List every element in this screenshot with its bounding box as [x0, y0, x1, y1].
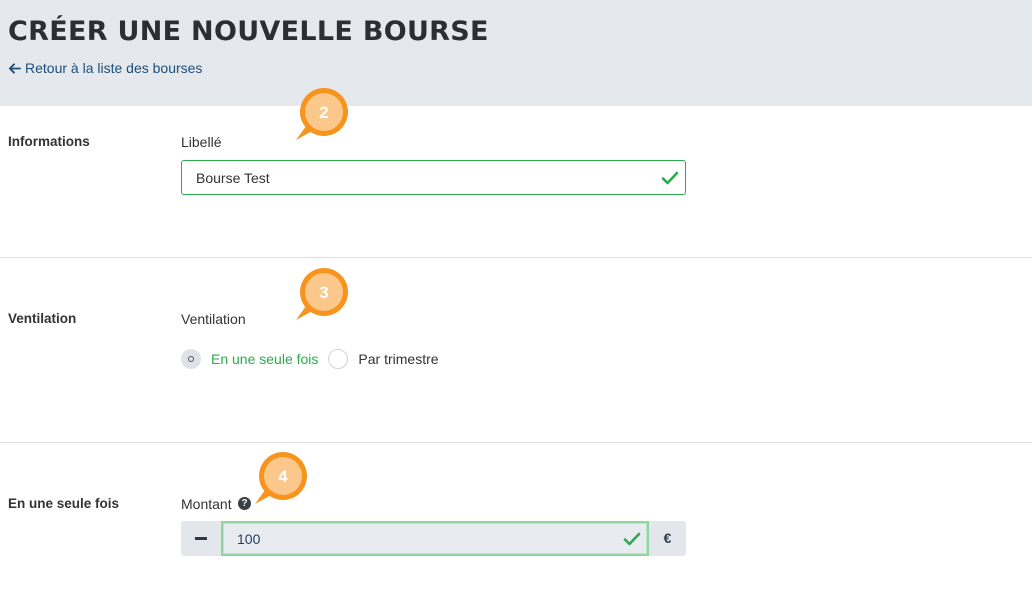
section-label-informations: Informations: [8, 134, 90, 149]
montant-label: Montant: [181, 496, 232, 512]
radio-label-en-une-seule-fois[interactable]: En une seule fois: [211, 351, 318, 367]
libelle-label: Libellé: [181, 134, 222, 150]
libelle-value: Bourse Test: [196, 170, 270, 186]
ventilation-radio-group: En une seule fois Par trimestre: [181, 348, 449, 370]
radio-par-trimestre[interactable]: [328, 349, 349, 369]
section-label-en-une-seule-fois: En une seule fois: [8, 496, 120, 511]
help-icon[interactable]: ?: [238, 497, 251, 510]
section-label-ventilation: Ventilation: [8, 311, 77, 326]
check-icon: [623, 532, 641, 546]
check-icon: [661, 171, 679, 185]
radio-label-par-trimestre[interactable]: Par trimestre: [358, 351, 438, 367]
step-badge-3: 3: [296, 268, 348, 320]
back-link-label: Retour à la liste des bourses: [25, 60, 203, 76]
badge-number: 3: [319, 283, 328, 302]
libelle-input[interactable]: Bourse Test: [181, 160, 686, 195]
page-title: CRÉER UNE NOUVELLE BOURSE: [8, 16, 489, 47]
step-badge-2: 2: [296, 88, 348, 140]
montant-input[interactable]: 100: [221, 521, 649, 556]
currency-addon: €: [649, 521, 686, 556]
minus-icon: [195, 537, 207, 540]
montant-stepper: 100 €: [181, 521, 686, 556]
back-to-list-link[interactable]: Retour à la liste des bourses: [8, 60, 202, 76]
montant-value: 100: [237, 531, 261, 547]
decrement-button[interactable]: [181, 521, 221, 556]
section-divider: [0, 442, 1032, 443]
page-header: CRÉER UNE NOUVELLE BOURSE Retour à la li…: [0, 0, 1032, 106]
arrow-left-icon: [8, 62, 21, 74]
radio-en-une-seule-fois[interactable]: [181, 349, 201, 369]
badge-number: 4: [278, 467, 288, 486]
section-divider: [0, 257, 1032, 258]
step-badge-4: 4: [255, 452, 307, 504]
ventilation-label: Ventilation: [181, 311, 246, 327]
badge-number: 2: [319, 103, 328, 122]
